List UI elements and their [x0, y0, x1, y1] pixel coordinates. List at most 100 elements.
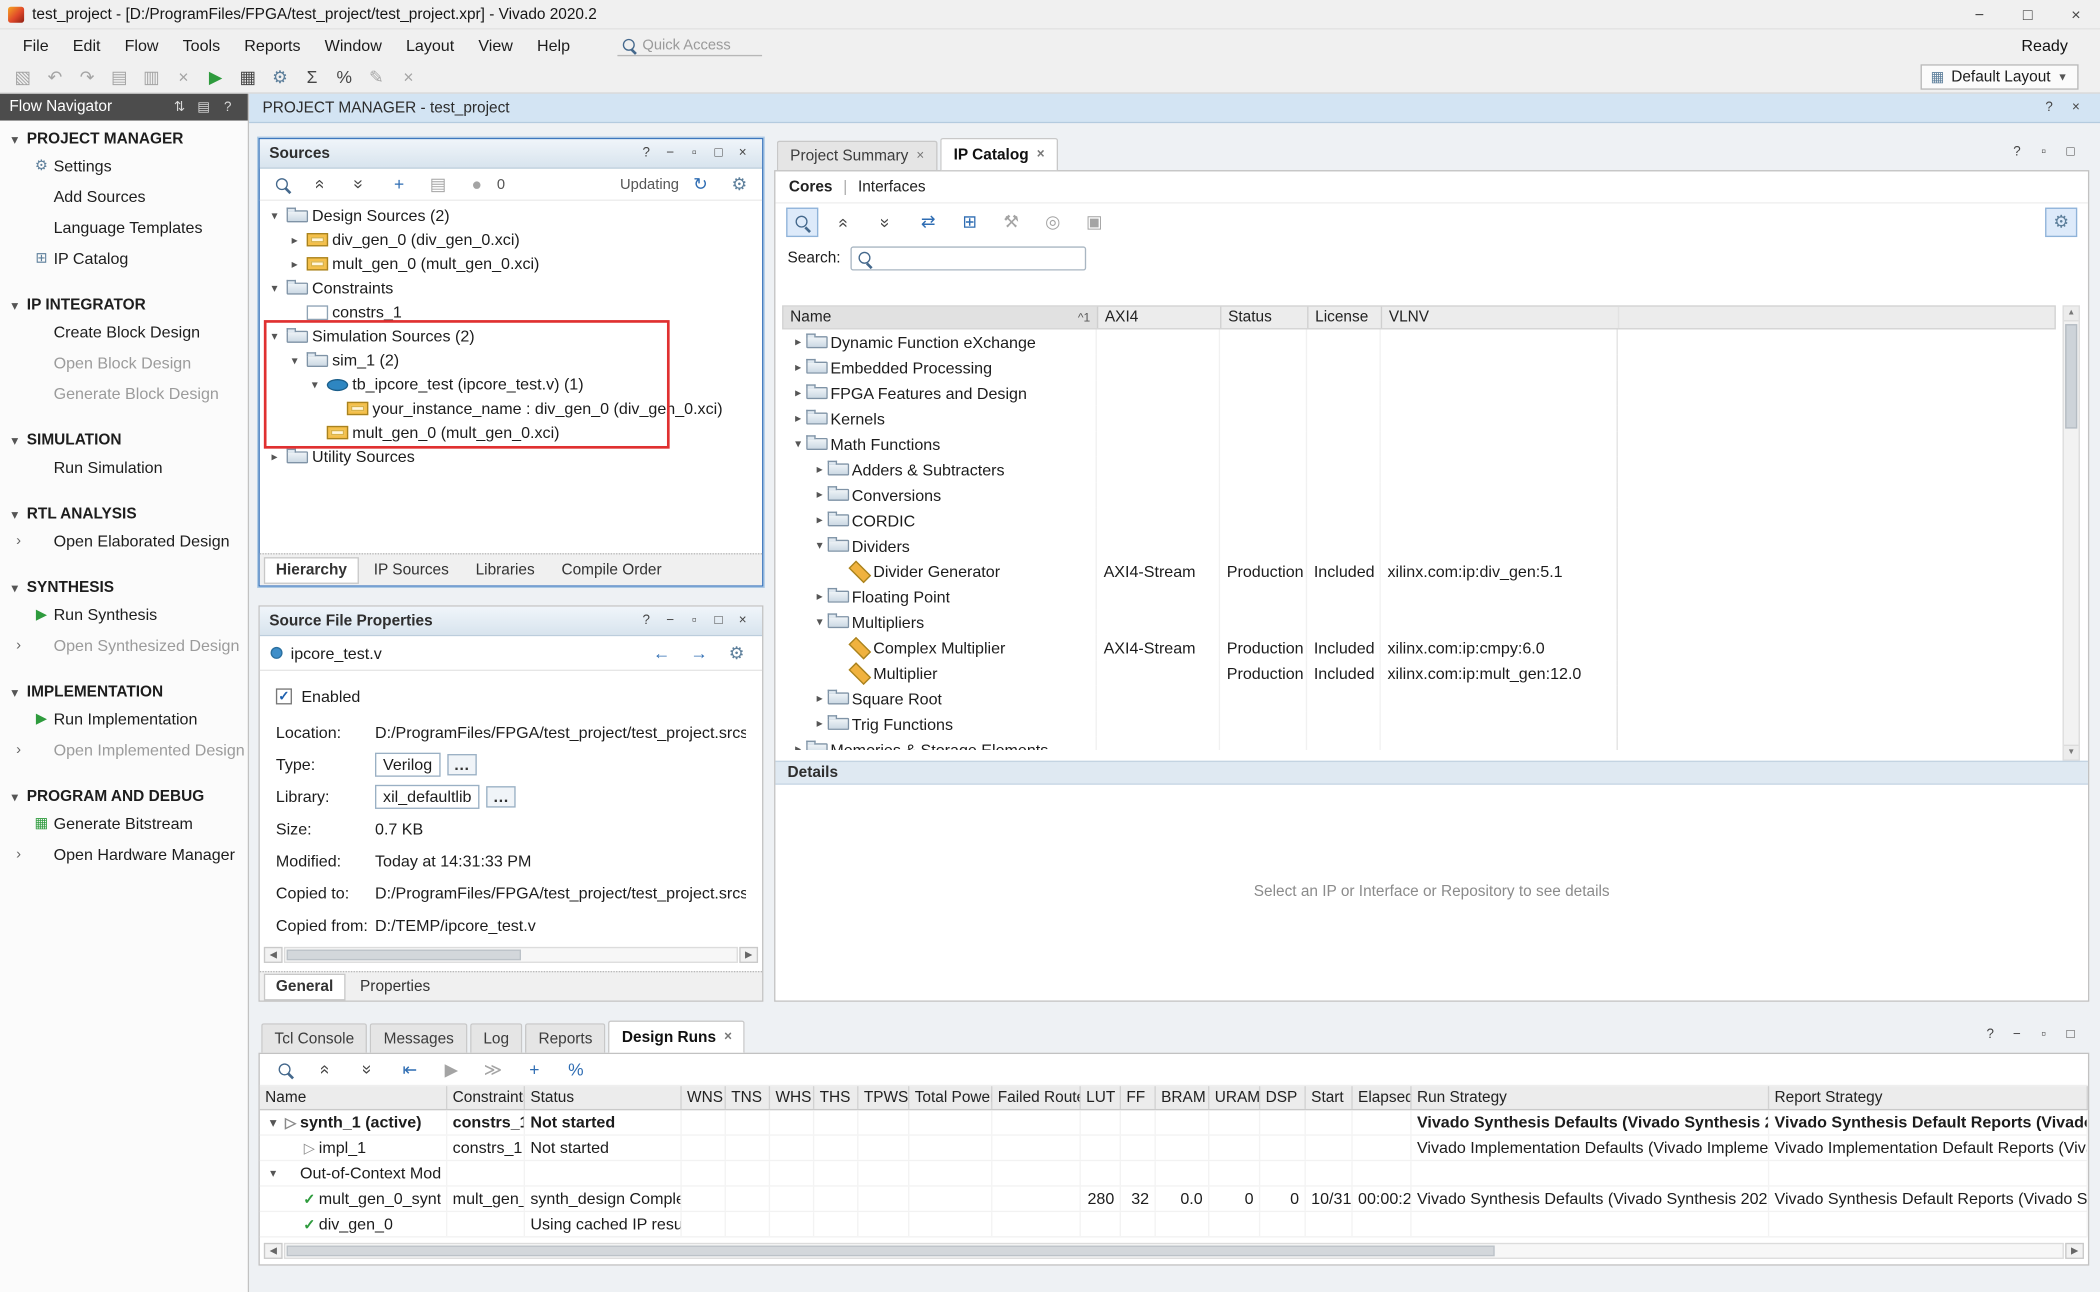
column-header-constraints[interactable]: Constraints	[447, 1086, 525, 1109]
tab-general[interactable]: General	[264, 973, 345, 1000]
help-icon[interactable]: ?	[2006, 141, 2027, 162]
toggle-icon[interactable]: ⇅	[169, 96, 190, 117]
chevron-right-icon[interactable]: ▸	[790, 360, 806, 375]
column-header-license[interactable]: License	[1308, 307, 1382, 328]
chevron-down-icon[interactable]: ▾	[307, 377, 323, 392]
column-header-whs[interactable]: WHS	[770, 1086, 814, 1109]
catalog-row[interactable]: ▸Memories & Storage Elements	[782, 737, 2056, 750]
tab-compile-order[interactable]: Compile Order	[549, 556, 673, 583]
column-header-bram[interactable]: BRAM	[1156, 1086, 1210, 1109]
property-value-type[interactable]: Verilog	[375, 753, 440, 777]
help-icon[interactable]: ?	[217, 96, 238, 117]
maximize-icon[interactable]: □	[708, 143, 728, 163]
scroll-up-icon[interactable]: ▲	[2064, 307, 2079, 322]
column-header-tpws[interactable]: TPWS	[858, 1086, 909, 1109]
nav-section-header-project-manager[interactable]: ▾PROJECT MANAGER	[0, 129, 248, 150]
tab-properties[interactable]: Properties	[348, 973, 442, 1000]
menu-help[interactable]: Help	[525, 32, 582, 59]
nav-section-header-program-and-debug[interactable]: ▾PROGRAM AND DEBUG	[0, 786, 248, 807]
help-icon[interactable]: ?	[636, 143, 656, 163]
tab-tcl-console[interactable]: Tcl Console	[261, 1023, 367, 1052]
column-header-total-power[interactable]: Total Power	[909, 1086, 992, 1109]
expand-all-icon[interactable]: »	[872, 209, 901, 236]
nav-item-run-simulation[interactable]: Run Simulation	[0, 451, 248, 482]
ellipsis-button[interactable]: …	[447, 754, 476, 775]
layout-selector[interactable]: ▦ Default Layout ▼	[1920, 64, 2079, 89]
help-icon[interactable]: ?	[1979, 1023, 2000, 1044]
restore-hierarchy-icon[interactable]: ⇄	[913, 209, 942, 236]
catalog-vscrollbar[interactable]: ▲ ▼	[2063, 305, 2080, 760]
scroll-thumb[interactable]	[287, 1246, 1496, 1257]
chevron-right-icon[interactable]: ▸	[812, 513, 828, 528]
nav-item-open-block-design[interactable]: Open Block Design	[0, 347, 248, 378]
runs-hscrollbar[interactable]: ◀ ▶	[264, 1243, 2084, 1259]
menu-edit[interactable]: Edit	[61, 32, 113, 59]
nav-item-open-implemented-design[interactable]: ›Open Implemented Design	[0, 734, 248, 765]
copy-icon[interactable]: ▤	[104, 64, 133, 91]
cancel-icon[interactable]: ×	[394, 64, 423, 91]
column-header-name[interactable]: Name	[260, 1086, 448, 1109]
menu-file[interactable]: File	[11, 32, 61, 59]
catalog-row[interactable]: ▾Dividers	[782, 533, 2056, 558]
settings-icon[interactable]: ⚙	[2045, 208, 2077, 237]
chevron-right-icon[interactable]: ▸	[812, 691, 828, 706]
scroll-track[interactable]	[284, 1243, 2064, 1259]
details-toggle-icon[interactable]: ▣	[1079, 209, 1108, 236]
back-icon[interactable]: ←	[647, 640, 676, 667]
nav-item-generate-block-design[interactable]: Generate Block Design	[0, 378, 248, 409]
scroll-right-icon[interactable]: ▶	[739, 947, 758, 963]
nav-item-generate-bitstream[interactable]: ▦Generate Bitstream	[0, 808, 248, 839]
report-sum-icon[interactable]: Σ	[297, 64, 326, 91]
column-header-start[interactable]: Start	[1306, 1086, 1353, 1109]
chevron-right-icon[interactable]: ▸	[790, 335, 806, 350]
source-tree-item[interactable]: ▾Simulation Sources (2)	[260, 324, 762, 348]
details-section-header[interactable]: Details	[775, 761, 2088, 785]
chevron-down-icon[interactable]: ▾	[265, 1166, 281, 1181]
property-value-library[interactable]: xil_defaultlib	[375, 785, 480, 809]
properties-panel-header[interactable]: Source File Properties ?−▫□×	[260, 607, 762, 636]
settings-icon[interactable]: ⚙	[725, 171, 754, 198]
generate-icon[interactable]: ◎	[1038, 209, 1067, 236]
chevron-down-icon[interactable]: ▾	[790, 437, 806, 452]
catalog-row[interactable]: ▸Floating Point	[782, 584, 2056, 609]
menu-flow[interactable]: Flow	[113, 32, 171, 59]
scroll-thumb[interactable]	[2065, 324, 2077, 428]
design-run-row[interactable]: ▾Out-of-Context Module Runs	[260, 1161, 2088, 1186]
add-sources-icon[interactable]: +	[384, 171, 413, 198]
column-header-elapsed[interactable]: Elapsed	[1353, 1086, 1412, 1109]
catalog-row[interactable]: MultiplierProductionIncludedxilinx.com:i…	[782, 660, 2056, 685]
column-header-run-strategy[interactable]: Run Strategy	[1412, 1086, 1770, 1109]
dock-icon[interactable]: ▤	[193, 96, 214, 117]
chevron-down-icon[interactable]: ▾	[265, 1115, 281, 1130]
menu-layout[interactable]: Layout	[394, 32, 466, 59]
column-header-ff[interactable]: FF	[1121, 1086, 1156, 1109]
chevron-down-icon[interactable]: ▾	[7, 507, 23, 522]
tab-ip-catalog[interactable]: IP Catalog×	[940, 138, 1058, 170]
column-header-axi4[interactable]: AXI4	[1098, 307, 1221, 328]
nav-item-open-hardware-manager[interactable]: ›Open Hardware Manager	[0, 838, 248, 869]
close-tab-icon[interactable]: ×	[916, 149, 924, 164]
utilization-percent-icon[interactable]: %	[329, 64, 358, 91]
source-tree-item[interactable]: ▸mult_gen_0 (mult_gen_0.xci)	[260, 252, 762, 276]
tab-libraries[interactable]: Libraries	[464, 556, 547, 583]
column-header-status[interactable]: Status	[1221, 307, 1308, 328]
chevron-down-icon[interactable]: ▾	[267, 208, 283, 223]
column-header-status[interactable]: Status	[525, 1086, 682, 1109]
tab-ip-sources[interactable]: IP Sources	[362, 556, 461, 583]
column-header-dsp[interactable]: DSP	[1260, 1086, 1306, 1109]
chevron-down-icon[interactable]: ▾	[7, 132, 23, 147]
subnav-interfaces[interactable]: Interfaces	[858, 179, 926, 195]
chevron-right-icon[interactable]: ▸	[812, 589, 828, 604]
scroll-track[interactable]	[284, 947, 738, 963]
chevron-down-icon[interactable]: ▾	[267, 329, 283, 344]
source-tree-item[interactable]: ▾tb_ipcore_test (ipcore_test.v) (1)	[260, 372, 762, 396]
scroll-thumb[interactable]	[287, 950, 522, 961]
nav-section-header-ip-integrator[interactable]: ▾IP INTEGRATOR	[0, 295, 248, 316]
collapse-all-icon[interactable]: «	[312, 1056, 341, 1083]
column-header-failed-routes[interactable]: Failed Routes	[992, 1086, 1080, 1109]
scroll-down-icon[interactable]: ▼	[2064, 745, 2079, 760]
forward-icon[interactable]: →	[684, 640, 713, 667]
chevron-right-icon[interactable]: ▸	[790, 742, 806, 750]
run-icon[interactable]: ▶	[201, 64, 230, 91]
close-tab-icon[interactable]: ×	[1037, 147, 1045, 162]
